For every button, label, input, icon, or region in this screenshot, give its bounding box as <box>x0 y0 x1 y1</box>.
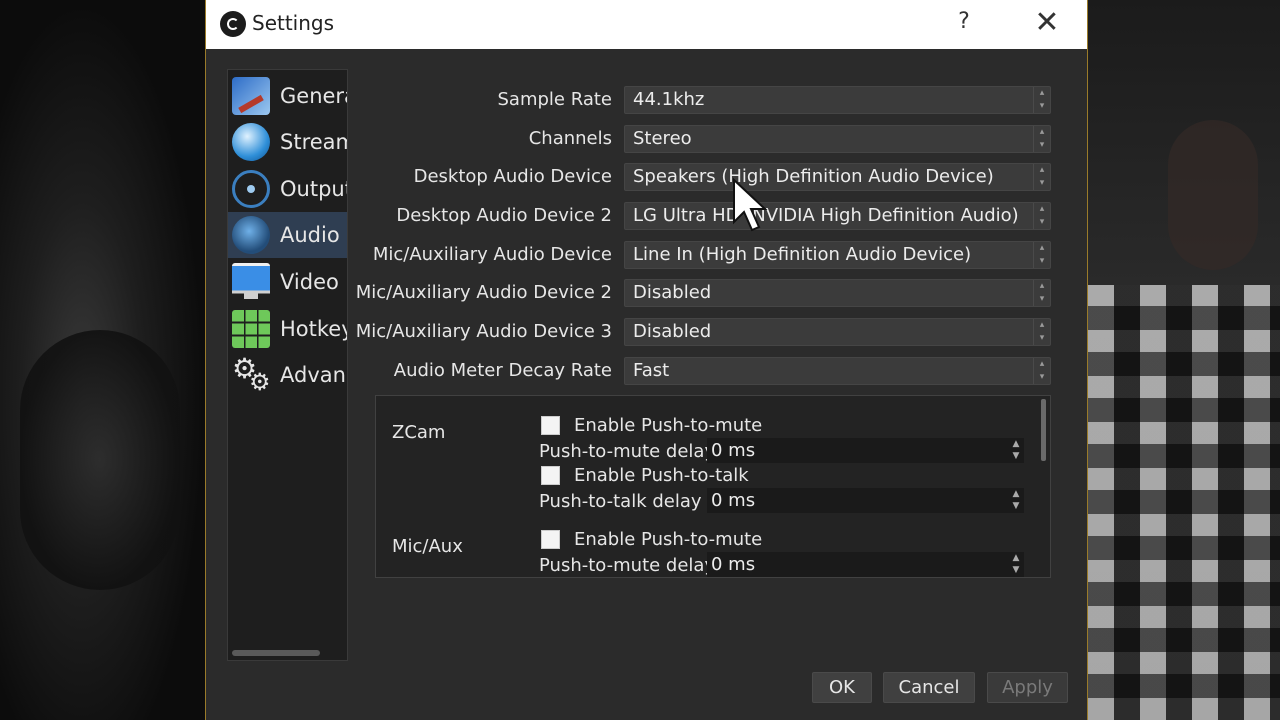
select-arrows-icon: ▴ ▾ <box>1033 87 1050 113</box>
mic-aux-device-3-select[interactable]: Disabled ▴ ▾ <box>624 318 1051 346</box>
mic-aux-device-2-value: Disabled <box>633 282 712 303</box>
push-to-mute-delay-spinbox[interactable]: 0 ms ▲ ▼ <box>707 552 1024 577</box>
mic-aux-device-label: Mic/Auxiliary Audio Device <box>372 244 612 265</box>
desktop-audio-device-label: Desktop Audio Device <box>413 166 612 187</box>
audio-hotkeys-panel: ZCam Enable Push-to-mute Push-to-mute de… <box>375 395 1051 578</box>
push-to-talk-checkbox[interactable] <box>541 466 560 485</box>
mic-aux-device-2-label: Mic/Auxiliary Audio Device 2 <box>355 282 612 303</box>
select-arrows-icon: ▴ ▾ <box>1033 126 1050 152</box>
background-person <box>1168 120 1258 270</box>
mouse-cursor-icon <box>733 178 768 232</box>
push-to-mute-delay-label: Push-to-mute delay <box>539 441 716 462</box>
select-arrows-icon: ▴ ▾ <box>1033 203 1050 229</box>
channels-select[interactable]: Stereo ▴ ▾ <box>624 125 1051 153</box>
source-name: ZCam <box>392 422 446 443</box>
push-to-mute-checkbox[interactable] <box>541 416 560 435</box>
window-title: Settings <box>252 11 335 35</box>
push-to-mute-option[interactable]: Enable Push-to-mute <box>541 529 762 550</box>
background-video-left <box>0 0 205 720</box>
select-arrows-icon: ▴ ▾ <box>1033 164 1050 190</box>
desktop-audio-device-2-value: LG Ultra HD (NVIDIA High Definition Audi… <box>633 205 1019 226</box>
mic-aux-device-3-label: Mic/Auxiliary Audio Device 3 <box>355 321 612 342</box>
spin-arrows-icon[interactable]: ▲ ▼ <box>1008 438 1024 463</box>
push-to-mute-delay-spinbox[interactable]: 0 ms ▲ ▼ <box>707 438 1024 463</box>
ok-button[interactable]: OK <box>812 672 872 703</box>
select-arrows-icon: ▴ ▾ <box>1033 358 1050 384</box>
push-to-mute-label: Enable Push-to-mute <box>574 529 763 550</box>
settings-window: Settings ? ✕ General Stream Output Audio… <box>205 0 1088 720</box>
title-bar: Settings ? ✕ <box>206 0 1087 49</box>
push-to-mute-option[interactable]: Enable Push-to-mute <box>541 415 762 436</box>
push-to-talk-delay-label: Push-to-talk delay <box>539 491 702 512</box>
background-video-right <box>1088 0 1280 720</box>
push-to-talk-delay-spinbox[interactable]: 0 ms ▲ ▼ <box>707 488 1024 513</box>
push-to-talk-delay-value: 0 ms <box>711 490 756 511</box>
channels-value: Stereo <box>633 128 692 149</box>
mic-aux-device-select[interactable]: Line In (High Definition Audio Device) ▴… <box>624 241 1051 269</box>
meter-decay-select[interactable]: Fast ▴ ▾ <box>624 357 1051 385</box>
desktop-audio-device-value: Speakers (High Definition Audio Device) <box>633 166 994 187</box>
panel-scrollbar-thumb[interactable] <box>1041 399 1046 461</box>
help-button[interactable]: ? <box>951 9 977 34</box>
spin-arrows-icon[interactable]: ▲ ▼ <box>1008 488 1024 513</box>
push-to-talk-option[interactable]: Enable Push-to-talk <box>541 465 749 486</box>
desktop-audio-device-select[interactable]: Speakers (High Definition Audio Device) … <box>624 163 1051 191</box>
push-to-talk-label: Enable Push-to-talk <box>574 465 749 486</box>
push-to-mute-label: Enable Push-to-mute <box>574 415 763 436</box>
push-to-mute-checkbox[interactable] <box>541 530 560 549</box>
spin-arrows-icon[interactable]: ▲ ▼ <box>1008 552 1024 577</box>
sample-rate-label: Sample Rate <box>497 89 613 110</box>
cancel-button[interactable]: Cancel <box>883 672 975 703</box>
mic-aux-device-value: Line In (High Definition Audio Device) <box>633 244 972 265</box>
meter-decay-label: Audio Meter Decay Rate <box>393 360 612 381</box>
mic-aux-device-3-value: Disabled <box>633 321 712 342</box>
select-arrows-icon: ▴ ▾ <box>1033 319 1050 345</box>
sample-rate-value: 44.1khz <box>633 89 705 110</box>
desktop-audio-device-2-select[interactable]: LG Ultra HD (NVIDIA High Definition Audi… <box>624 202 1051 230</box>
source-name: Mic/Aux <box>392 536 463 557</box>
sample-rate-select[interactable]: 44.1khz ▴ ▾ <box>624 86 1051 114</box>
obs-logo-icon <box>220 11 246 37</box>
push-to-mute-delay-value: 0 ms <box>711 554 756 575</box>
sidebar-scrollbar[interactable] <box>232 650 320 656</box>
background-microphone <box>20 330 180 590</box>
channels-label: Channels <box>528 128 612 149</box>
push-to-mute-delay-label: Push-to-mute delay <box>539 555 716 576</box>
close-button[interactable]: ✕ <box>1032 4 1062 42</box>
push-to-mute-delay-value: 0 ms <box>711 440 756 461</box>
select-arrows-icon: ▴ ▾ <box>1033 280 1050 306</box>
mic-aux-device-2-select[interactable]: Disabled ▴ ▾ <box>624 279 1051 307</box>
select-arrows-icon: ▴ ▾ <box>1033 242 1050 268</box>
apply-button[interactable]: Apply <box>987 672 1068 703</box>
desktop-audio-device-2-label: Desktop Audio Device 2 <box>396 205 612 226</box>
background-plaid-shirt <box>1088 285 1280 720</box>
meter-decay-value: Fast <box>633 360 670 381</box>
